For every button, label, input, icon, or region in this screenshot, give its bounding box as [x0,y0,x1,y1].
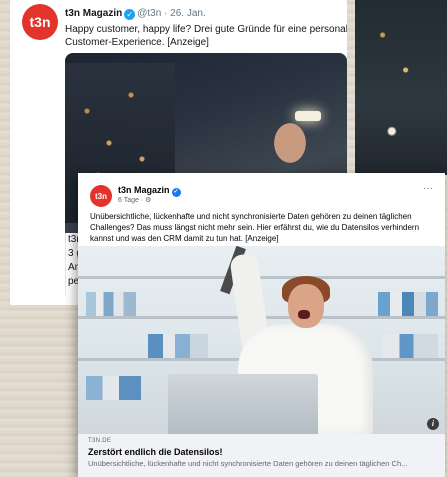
link-preview[interactable]: T3N.DE Zerstört endlich die Datensilos! … [78,434,445,477]
shelf [78,276,445,279]
facebook-post-card[interactable]: t3n t3n Magazin ✓ 6 Tage · ⚙ ··· Unübersi… [78,173,445,477]
books [383,334,438,358]
books [148,334,208,358]
tweet-author-name[interactable]: t3n Magazin [65,8,122,19]
woman-head [288,284,324,328]
woman-mouth [298,310,310,319]
books [86,292,136,316]
post-author-name[interactable]: t3n Magazin [118,185,170,195]
verified-icon: ✓ [124,9,136,20]
tweet-handle-date: @t3n · 26. Jan. [137,8,206,19]
background-photo-strip [355,0,447,175]
more-options-icon[interactable]: ··· [423,183,433,194]
books [86,376,141,400]
t3n-avatar[interactable]: t3n [90,185,112,207]
laptop [168,374,318,434]
info-icon[interactable]: i [427,418,439,430]
tweet-text: Happy customer, happy life? Drei gute Gr… [65,24,347,48]
books [378,292,438,316]
post-meta: 6 Tage · ⚙ [118,197,152,204]
t3n-avatar[interactable]: t3n [22,4,58,40]
link-title[interactable]: Zerstört endlich die Datensilos! [88,447,435,457]
verified-icon: ✓ [171,188,181,197]
post-text: Unübersichtliche, lückenhafte und nicht … [90,212,420,243]
tweet-header: t3n Magazin ✓ @t3n · 26. Jan. [65,8,206,20]
post-image[interactable]: i [78,246,445,434]
link-domain: T3N.DE [88,438,112,444]
link-description: Unübersichtliche, lückenhafte und nicht … [88,459,408,468]
